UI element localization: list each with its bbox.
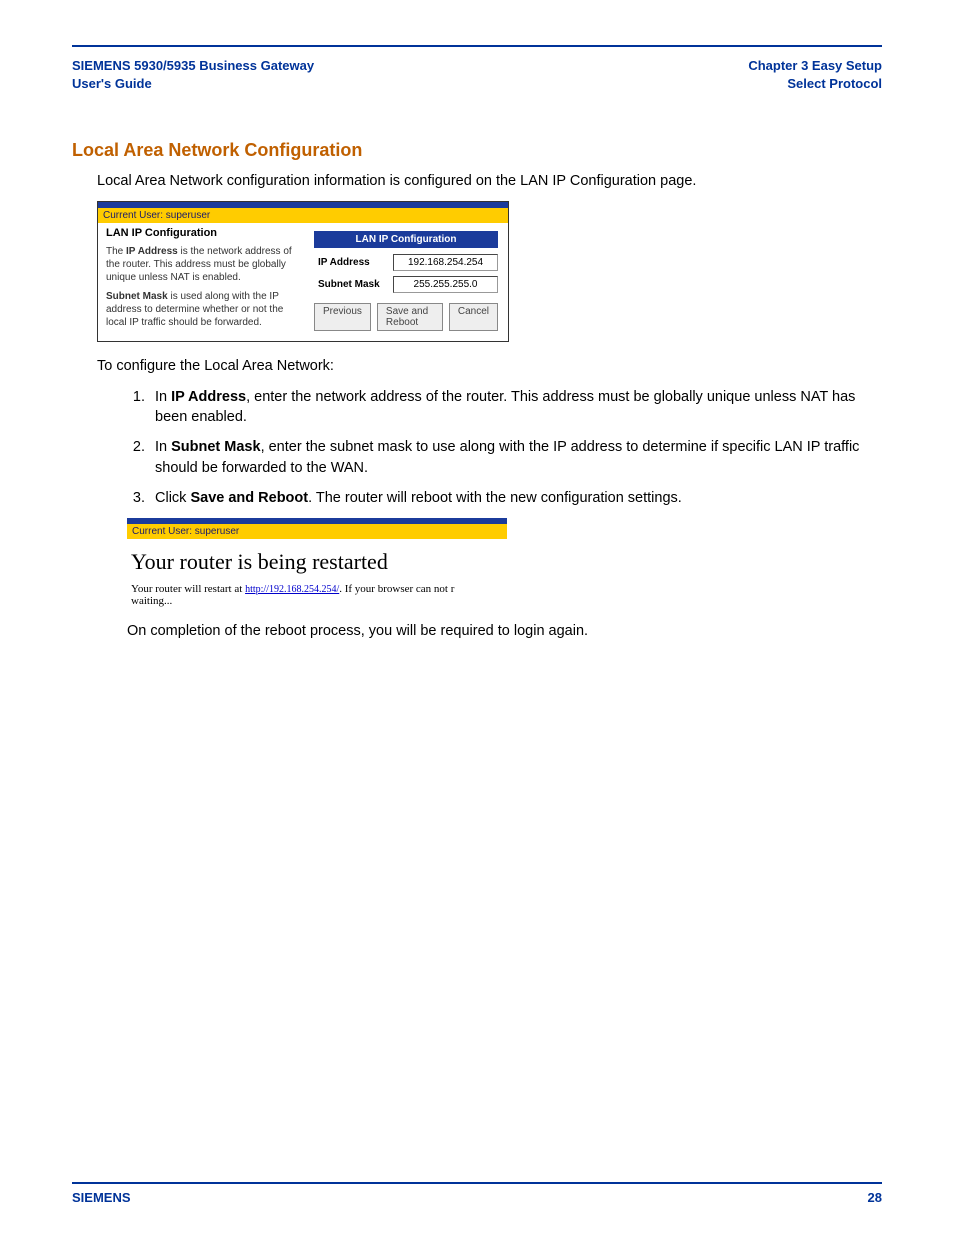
header-left-line2: User's Guide xyxy=(72,75,314,93)
cancel-button[interactable]: Cancel xyxy=(449,303,498,331)
page-footer: SIEMENS 28 xyxy=(72,1182,882,1205)
step-3: Click Save and Reboot. The router will r… xyxy=(149,488,882,508)
restart-heading: Your router is being restarted xyxy=(131,549,507,575)
save-and-reboot-button[interactable]: Save and Reboot xyxy=(377,303,443,331)
step-1: In IP Address, enter the network address… xyxy=(149,387,882,428)
restart-screenshot: Current User: superuser Your router is b… xyxy=(127,518,507,607)
help-paragraph-2: Subnet Mask is used along with the IP ad… xyxy=(106,290,306,329)
intro-text: Local Area Network configuration informa… xyxy=(97,171,882,191)
lead-in-text: To configure the Local Area Network: xyxy=(97,356,882,376)
steps-list: In IP Address, enter the network address… xyxy=(127,387,882,508)
closing-text: On completion of the reboot process, you… xyxy=(127,621,882,641)
restart-message: Your router will restart at http://192.1… xyxy=(131,583,507,607)
header-right-line1: Chapter 3 Easy Setup xyxy=(748,57,882,75)
header-right-line2: Select Protocol xyxy=(748,75,882,93)
restart-link[interactable]: http://192.168.254.254/ xyxy=(245,584,339,595)
ip-address-label: IP Address xyxy=(314,257,393,268)
footer-brand: SIEMENS xyxy=(72,1190,131,1205)
ip-address-input[interactable]: 192.168.254.254 xyxy=(393,254,498,271)
help-paragraph-1: The IP Address is the network address of… xyxy=(106,245,306,284)
step-2: In Subnet Mask, enter the subnet mask to… xyxy=(149,437,882,478)
page-header: SIEMENS 5930/5935 Business Gateway User'… xyxy=(72,57,882,100)
footer-page-number: 28 xyxy=(868,1190,882,1205)
current-user-bar-2: Current User: superuser xyxy=(127,524,507,539)
previous-button[interactable]: Previous xyxy=(314,303,371,331)
panel-left-title: LAN IP Configuration xyxy=(106,227,306,239)
panel-right-title: LAN IP Configuration xyxy=(314,231,498,248)
subnet-mask-label: Subnet Mask xyxy=(314,279,393,290)
subnet-mask-input[interactable]: 255.255.255.0 xyxy=(393,276,498,293)
current-user-bar: Current User: superuser xyxy=(98,208,508,223)
lan-ip-config-screenshot: Current User: superuser LAN IP Configura… xyxy=(97,201,509,342)
section-title: Local Area Network Configuration xyxy=(72,140,882,161)
header-left-line1: SIEMENS 5930/5935 Business Gateway xyxy=(72,57,314,75)
